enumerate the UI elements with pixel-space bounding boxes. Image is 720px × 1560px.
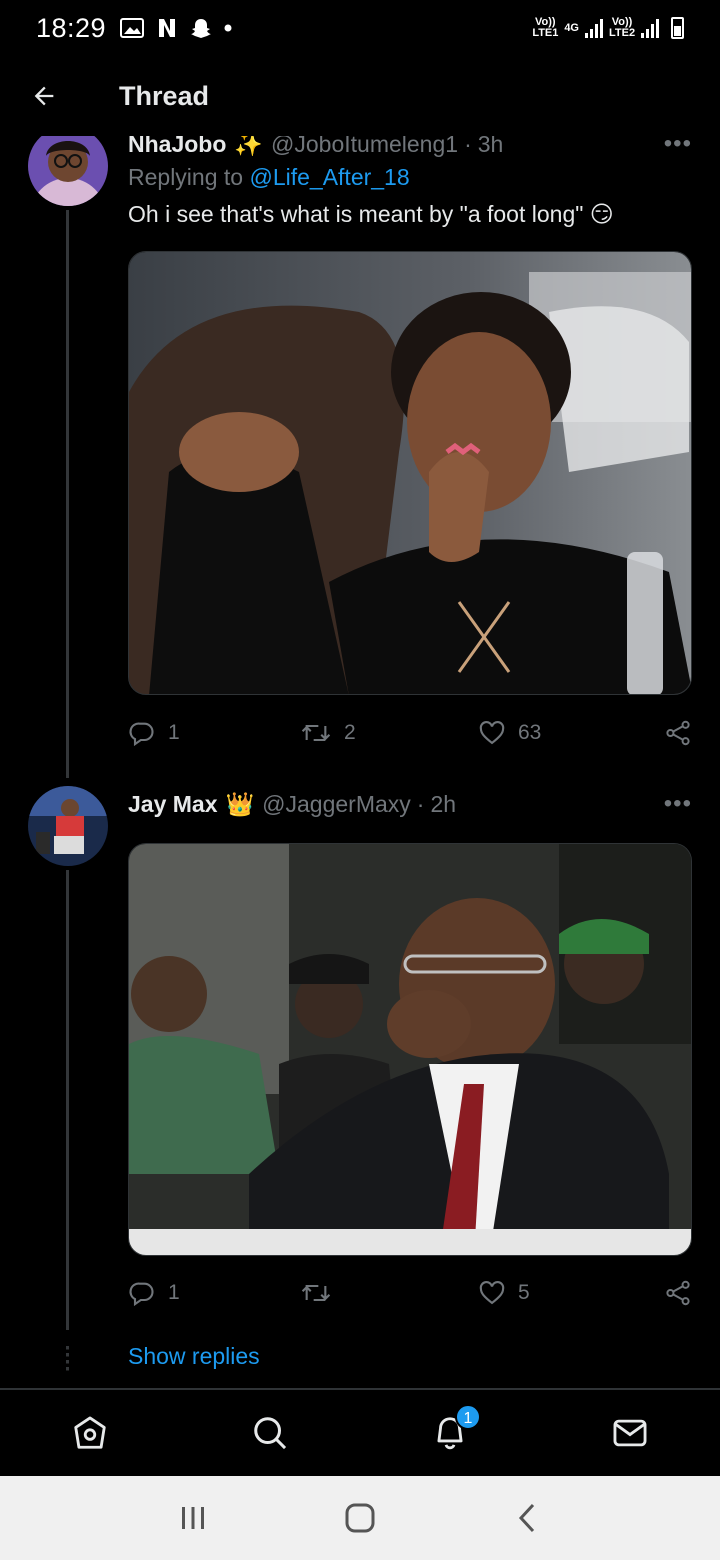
like-count: 5	[518, 1281, 530, 1304]
share-icon	[666, 720, 690, 746]
retweet-button[interactable]: 2	[300, 719, 478, 747]
like-count: 63	[518, 721, 542, 744]
search-icon	[254, 1417, 287, 1450]
recents-icon	[182, 1507, 205, 1529]
share-button[interactable]	[664, 1279, 692, 1307]
retweet-icon	[301, 1284, 331, 1302]
recent-apps-button[interactable]	[153, 1476, 233, 1560]
reply-count: 1	[168, 1281, 180, 1304]
tweet-image[interactable]	[128, 251, 692, 695]
nav-search[interactable]	[225, 1390, 315, 1476]
page-title: Thread	[119, 80, 210, 111]
home-icon	[74, 1416, 106, 1449]
handle-separator: ·	[416, 790, 425, 817]
avatar[interactable]	[28, 126, 108, 206]
show-replies-link[interactable]: Show replies	[128, 1343, 260, 1370]
retweet-count: 2	[344, 721, 356, 744]
thread-continuation-dots	[66, 1346, 69, 1372]
home-system-button[interactable]	[320, 1476, 400, 1560]
tweet-time: 2h	[430, 790, 457, 817]
tweet-actions: 1 2 63	[128, 718, 692, 748]
system-nav-bar	[0, 1476, 720, 1560]
messages-icon	[613, 1419, 647, 1447]
heart-icon	[479, 721, 505, 745]
more-options-icon[interactable]: •••	[664, 790, 692, 818]
reply-count: 1	[168, 721, 180, 744]
retweet-icon	[301, 724, 331, 742]
tweet-jaymax[interactable]: Jay Max 👑 @JaggerMaxy · 2h ••• 1 5	[0, 760, 720, 1380]
like-button[interactable]: 63	[478, 719, 658, 747]
arrow-left-icon	[34, 86, 54, 106]
retweet-button[interactable]	[300, 1279, 478, 1307]
nav-home[interactable]	[45, 1390, 135, 1476]
crown-emoji: 👑	[225, 790, 255, 817]
replying-to-handle[interactable]: @Life_After_18	[249, 164, 409, 190]
nav-notifications[interactable]: 1	[405, 1390, 495, 1476]
share-icon	[666, 1280, 690, 1306]
tweet-header: Jay Max 👑 @JaggerMaxy · 2h •••	[128, 789, 692, 819]
avatar[interactable]	[28, 786, 108, 866]
thread-header: Thread	[0, 56, 720, 136]
reply-icon	[129, 1282, 154, 1307]
thread-line	[66, 870, 69, 1330]
back-button[interactable]	[0, 56, 88, 136]
display-name[interactable]: Jay Max	[128, 791, 218, 818]
chevron-left-icon	[518, 1503, 534, 1533]
like-button[interactable]: 5	[478, 1279, 658, 1307]
nav-messages[interactable]	[585, 1390, 675, 1476]
tweet-actions: 1 5	[128, 1278, 692, 1308]
heart-icon	[479, 1281, 505, 1305]
tweet-text: Oh i see that's what is meant by "a foot…	[128, 201, 614, 227]
bottom-nav: 1	[0, 1390, 720, 1476]
replying-to-label: Replying to	[128, 164, 244, 190]
tweet-image[interactable]	[128, 843, 692, 1256]
user-handle[interactable]: @JaggerMaxy	[262, 791, 411, 818]
reply-button[interactable]: 1	[128, 1279, 300, 1307]
back-system-button[interactable]	[487, 1476, 567, 1560]
notification-badge: 1	[455, 1404, 481, 1430]
home-square-icon	[345, 1503, 375, 1533]
thread-line	[66, 210, 69, 778]
replying-to: Replying to @Life_After_18	[128, 164, 410, 191]
reply-icon	[129, 722, 154, 747]
reply-button[interactable]: 1	[128, 719, 300, 747]
share-button[interactable]	[664, 719, 692, 747]
